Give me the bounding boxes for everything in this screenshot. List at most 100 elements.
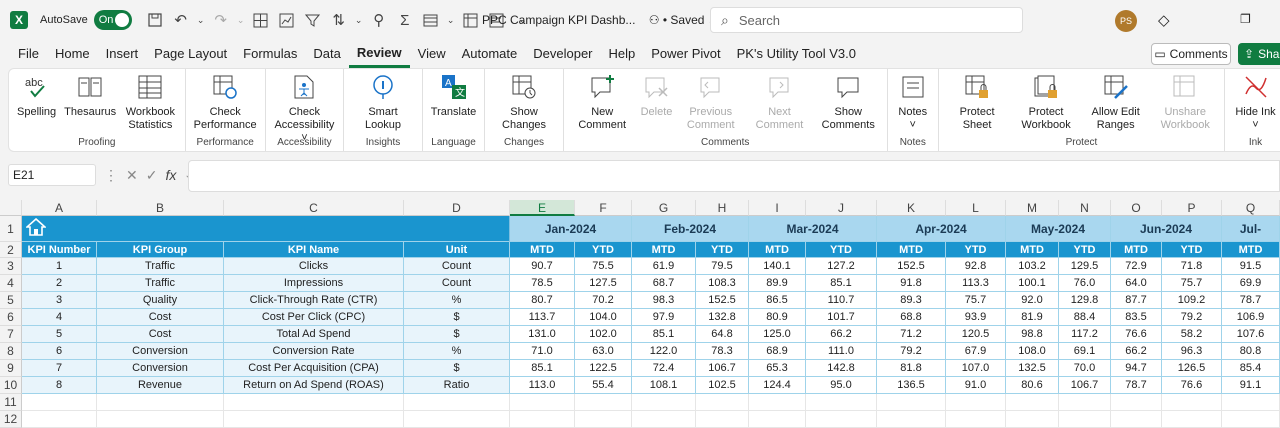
table-cell[interactable]: 4 (22, 309, 97, 326)
empty-cell[interactable] (97, 394, 224, 411)
row-header[interactable]: 9 (0, 360, 22, 377)
save-icon[interactable] (144, 9, 166, 31)
table-cell[interactable]: Traffic (97, 275, 224, 292)
table-cell[interactable]: 102.0 (575, 326, 632, 343)
home-icon[interactable] (24, 217, 48, 241)
column-header-m[interactable]: M (1006, 200, 1059, 216)
redo-icon[interactable]: ↷ (210, 9, 232, 31)
undo-icon[interactable]: ↶ (170, 9, 192, 31)
table-cell[interactable]: 100.1 (1006, 275, 1059, 292)
column-header-p[interactable]: P (1162, 200, 1222, 216)
column-header-l[interactable]: L (946, 200, 1006, 216)
table-cell[interactable]: Cost Per Click (CPC) (224, 309, 404, 326)
table-cell[interactable]: Clicks (224, 258, 404, 275)
format-painter-icon[interactable]: ⚲ (368, 9, 390, 31)
table-cell[interactable]: 152.5 (877, 258, 946, 275)
tab-insert[interactable]: Insert (98, 40, 147, 68)
chart-icon[interactable] (276, 9, 298, 31)
table-cell[interactable]: 113.3 (946, 275, 1006, 292)
table-cell[interactable]: Count (404, 258, 510, 275)
table-cell[interactable]: % (404, 343, 510, 360)
cancel-icon[interactable]: ✕ (126, 167, 138, 184)
table-cell[interactable]: % (404, 292, 510, 309)
table-cell[interactable]: Click-Through Rate (CTR) (224, 292, 404, 309)
tab-pk-s-utility-tool-v3-0[interactable]: PK's Utility Tool V3.0 (729, 40, 864, 68)
insert-function-icon[interactable]: fx (165, 167, 176, 183)
table-cell[interactable]: Revenue (97, 377, 224, 394)
search-box[interactable]: ⌕ Search (710, 7, 1023, 33)
borders-icon[interactable] (250, 9, 272, 31)
table-cell[interactable]: 5 (22, 326, 97, 343)
column-header-a[interactable]: A (22, 200, 97, 216)
thesaurus-button[interactable]: Thesaurus (60, 71, 120, 121)
tab-power-pivot[interactable]: Power Pivot (643, 40, 728, 68)
table-cell[interactable]: 80.8 (1222, 343, 1280, 360)
protect-sheet-button[interactable]: Protect Sheet (943, 71, 1011, 134)
column-header-o[interactable]: O (1111, 200, 1162, 216)
table-cell[interactable]: 78.3 (696, 343, 749, 360)
table-cell[interactable]: Total Ad Spend (224, 326, 404, 343)
table-cell[interactable]: 93.9 (946, 309, 1006, 326)
table-cell[interactable]: $ (404, 326, 510, 343)
table-cell[interactable]: 142.8 (806, 360, 877, 377)
table-cell[interactable]: 6 (22, 343, 97, 360)
table-cell[interactable]: 92.8 (946, 258, 1006, 275)
table-cell[interactable]: 94.7 (1111, 360, 1162, 377)
hide-ink-button[interactable]: Hide Ink ˅ (1229, 71, 1280, 134)
table-cell[interactable]: 76.6 (1162, 377, 1222, 394)
table-cell[interactable]: 76.6 (1111, 326, 1162, 343)
table-cell[interactable]: 106.7 (1059, 377, 1111, 394)
table-cell[interactable]: 122.5 (575, 360, 632, 377)
comments-button[interactable]: ▭ Comments (1151, 43, 1231, 65)
table-cell[interactable]: 91.8 (877, 275, 946, 292)
table-cell[interactable]: 95.0 (806, 377, 877, 394)
column-header-q[interactable]: Q (1222, 200, 1280, 216)
enter-icon[interactable]: ✓ (146, 167, 158, 184)
table-cell[interactable]: Cost (97, 326, 224, 343)
table-cell[interactable]: 72.4 (632, 360, 696, 377)
empty-cell[interactable] (1111, 394, 1162, 411)
table-cell[interactable]: 69.9 (1222, 275, 1280, 292)
table-cell[interactable]: 78.5 (510, 275, 575, 292)
row-header[interactable]: 6 (0, 309, 22, 326)
tab-file[interactable]: File (10, 40, 47, 68)
table-cell[interactable]: 110.7 (806, 292, 877, 309)
empty-cell[interactable] (946, 394, 1006, 411)
tab-developer[interactable]: Developer (525, 40, 600, 68)
table-cell[interactable]: 79.2 (1162, 309, 1222, 326)
empty-cell[interactable] (224, 394, 404, 411)
filter-icon[interactable] (302, 9, 324, 31)
table-cell[interactable]: 85.1 (510, 360, 575, 377)
workbook-statistics-button[interactable]: Workbook Statistics (120, 71, 181, 134)
table-cell[interactable]: Return on Ad Spend (ROAS) (224, 377, 404, 394)
table-cell[interactable]: 87.7 (1111, 292, 1162, 309)
table-cell[interactable]: 98.8 (1006, 326, 1059, 343)
table-cell[interactable]: Count (404, 275, 510, 292)
table-cell[interactable]: Cost Per Acquisition (CPA) (224, 360, 404, 377)
table-cell[interactable]: 70.0 (1059, 360, 1111, 377)
table-cell[interactable]: 2 (22, 275, 97, 292)
table-icon[interactable] (420, 9, 442, 31)
table-cell[interactable]: 89.3 (877, 292, 946, 309)
table-cell[interactable]: 136.5 (877, 377, 946, 394)
table-cell[interactable]: 91.0 (946, 377, 1006, 394)
table-cell[interactable]: 55.4 (575, 377, 632, 394)
check-performance-button[interactable]: Check Performance (190, 71, 261, 134)
sort-icon[interactable]: ⇅ (328, 9, 350, 31)
empty-cell[interactable] (1162, 394, 1222, 411)
row-header[interactable]: 11 (0, 394, 22, 411)
column-header-b[interactable]: B (97, 200, 224, 216)
column-header-h[interactable]: H (696, 200, 749, 216)
row-header[interactable]: 2 (0, 242, 22, 258)
table-cell[interactable]: 108.0 (1006, 343, 1059, 360)
column-header-k[interactable]: K (877, 200, 946, 216)
more-options-icon[interactable]: ⋮ (104, 167, 118, 184)
table-cell[interactable]: 113.0 (510, 377, 575, 394)
table-cell[interactable]: 102.5 (696, 377, 749, 394)
table-cell[interactable]: 108.3 (696, 275, 749, 292)
table-cell[interactable]: 127.5 (575, 275, 632, 292)
table-cell[interactable]: 89.9 (749, 275, 806, 292)
empty-cell[interactable] (1006, 394, 1059, 411)
table-cell[interactable]: 79.5 (696, 258, 749, 275)
table-cell[interactable]: 125.0 (749, 326, 806, 343)
